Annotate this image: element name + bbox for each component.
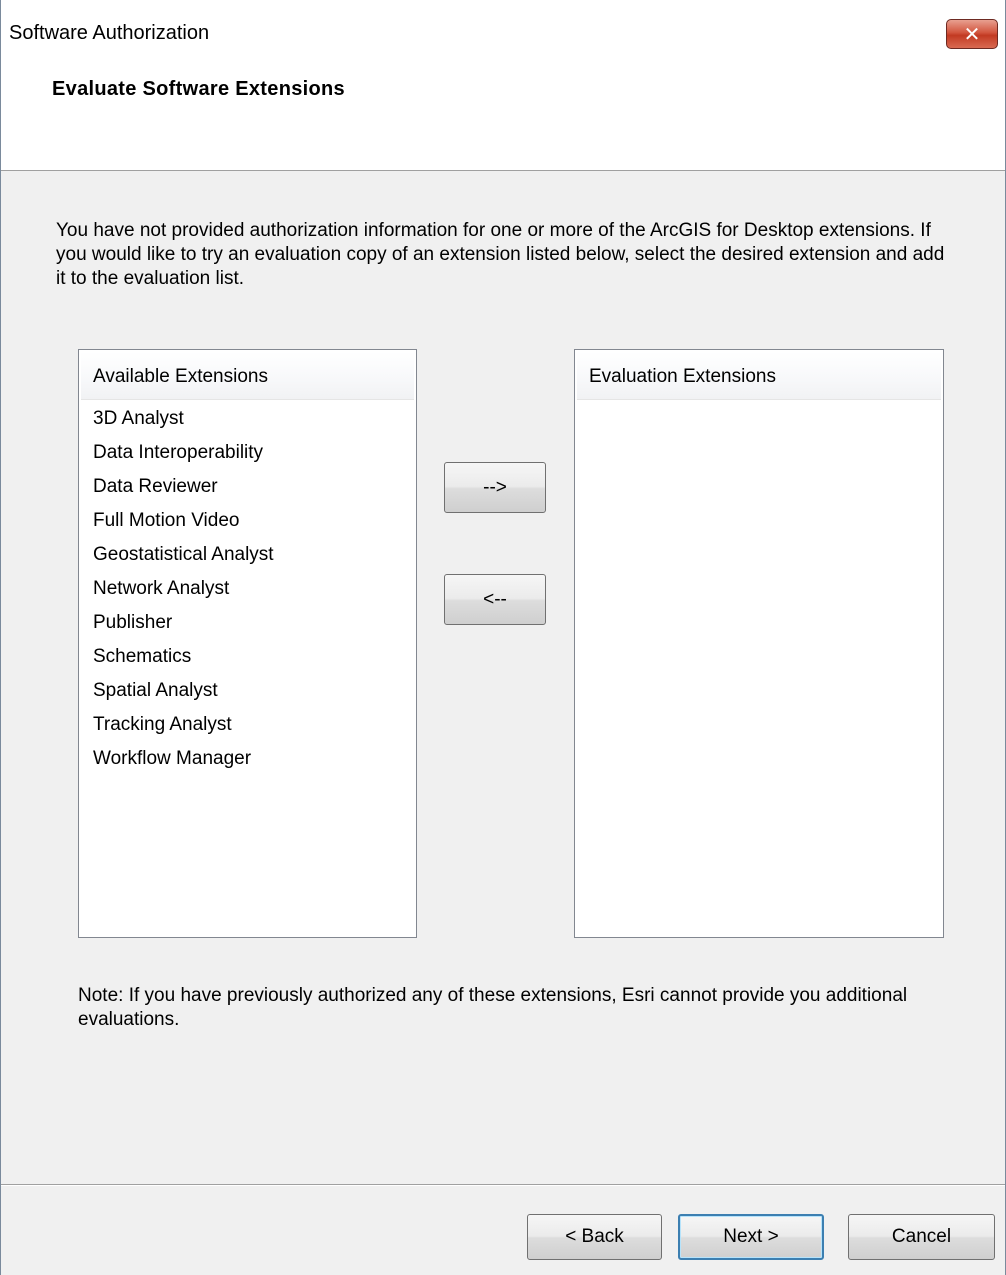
list-item[interactable]: 3D Analyst	[93, 404, 412, 438]
list-item[interactable]: Workflow Manager	[93, 744, 412, 778]
remove-extension-button[interactable]: <--	[444, 574, 546, 625]
close-button[interactable]: ✕	[946, 19, 998, 49]
back-button[interactable]: < Back	[527, 1214, 662, 1260]
list-item[interactable]: Publisher	[93, 608, 412, 642]
title-bar: Software Authorization ✕	[1, 0, 1005, 64]
evaluation-extensions-header[interactable]: Evaluation Extensions	[577, 352, 941, 400]
close-icon: ✕	[963, 22, 981, 46]
page-title: Evaluate Software Extensions	[52, 78, 345, 100]
available-extensions-header[interactable]: Available Extensions	[81, 352, 414, 400]
list-item[interactable]: Network Analyst	[93, 574, 412, 608]
available-extensions-list[interactable]: Available Extensions 3D Analyst Data Inte…	[78, 349, 417, 938]
list-item[interactable]: Spatial Analyst	[93, 676, 412, 710]
add-extension-button[interactable]: -->	[444, 462, 546, 513]
next-button[interactable]: Next >	[678, 1214, 824, 1260]
list-item[interactable]: Data Reviewer	[93, 472, 412, 506]
footer-divider	[1, 1184, 1005, 1186]
cancel-button[interactable]: Cancel	[848, 1214, 995, 1260]
list-item[interactable]: Geostatistical Analyst	[93, 540, 412, 574]
available-extensions-items: 3D Analyst Data Interoperability Data Revi…	[93, 404, 412, 778]
list-item[interactable]: Full Motion Video	[93, 506, 412, 540]
note-text: Note: If you have previously authorized …	[78, 985, 908, 1030]
software-authorization-dialog: Software Authorization ✕ Evaluate Softwa…	[0, 0, 1006, 1275]
page-header: Evaluate Software Extensions	[1, 64, 1005, 171]
evaluation-extensions-list[interactable]: Evaluation Extensions	[574, 349, 944, 938]
list-item[interactable]: Schematics	[93, 642, 412, 676]
list-item[interactable]: Tracking Analyst	[93, 710, 412, 744]
list-item[interactable]: Data Interoperability	[93, 438, 412, 472]
window-title: Software Authorization	[9, 22, 210, 44]
intro-text: You have not provided authorization info…	[56, 220, 945, 289]
